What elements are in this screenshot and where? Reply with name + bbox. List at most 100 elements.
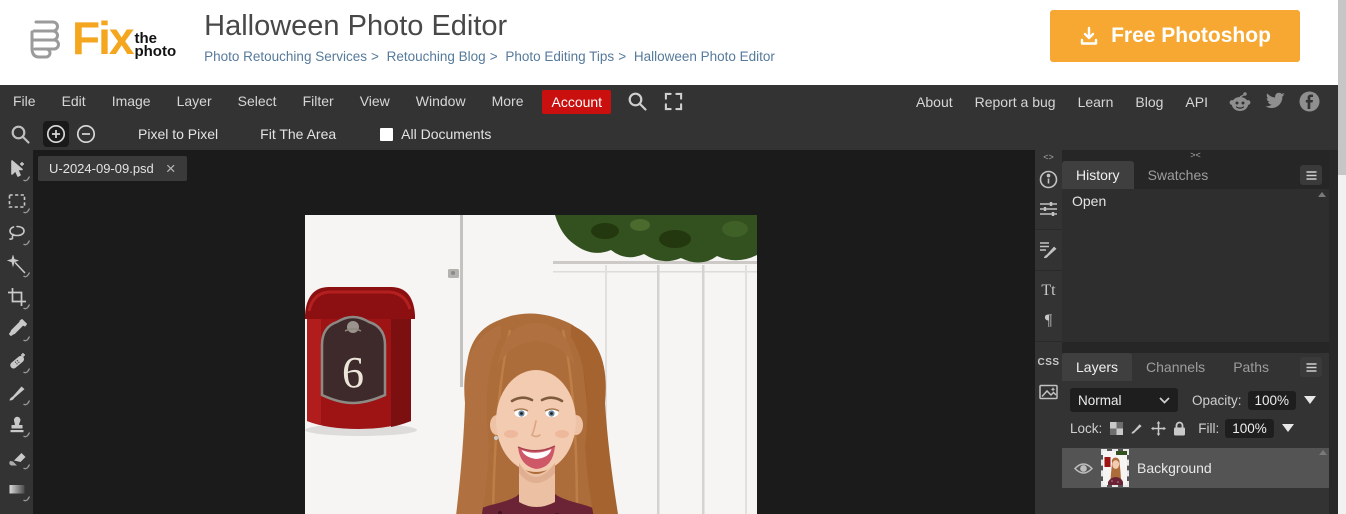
menu-blog[interactable]: Blog [1124, 94, 1174, 110]
site-header: Fix the photo Halloween Photo Editor Pho… [0, 0, 1338, 85]
brush-tool[interactable] [4, 380, 30, 406]
blend-mode-select[interactable]: Normal [1070, 388, 1178, 412]
image-panel-button[interactable] [1035, 377, 1062, 407]
more-tool-partial[interactable] [4, 508, 30, 514]
download-icon [1079, 26, 1099, 46]
fit-the-area-button[interactable]: Fit The Area [260, 126, 336, 142]
document-tab[interactable]: U-2024-09-09.psd × [38, 156, 187, 181]
subtool-arrow [23, 400, 30, 407]
layers-panel: Layers Channels Paths Normal Opacity: 10… [1062, 353, 1329, 514]
menu-more[interactable]: More [479, 85, 537, 118]
facebook-icon[interactable] [1299, 91, 1320, 112]
fill-value[interactable]: 100% [1225, 419, 1274, 438]
tab-swatches[interactable]: Swatches [1134, 161, 1223, 189]
paragraph-panel-button[interactable]: ¶ [1035, 306, 1062, 336]
opacity-dropdown-arrow[interactable] [1304, 396, 1316, 404]
zoom-out-icon [76, 124, 96, 144]
account-button[interactable]: Account [542, 90, 611, 114]
free-photoshop-label: Free Photoshop [1111, 24, 1271, 48]
menu-view[interactable]: View [347, 85, 403, 118]
logo-word: Fix [72, 16, 132, 60]
eyedropper-tool[interactable] [4, 316, 30, 342]
visibility-eye-icon[interactable] [1074, 462, 1093, 475]
menu-file[interactable]: File [0, 85, 49, 118]
clone-stamp-tool[interactable] [4, 412, 30, 438]
page-scrollbar[interactable] [1338, 0, 1346, 514]
all-documents-label[interactable]: All Documents [401, 126, 491, 142]
gradient-tool[interactable] [4, 476, 30, 502]
crop-tool[interactable] [4, 284, 30, 310]
brush-settings-panel-button[interactable] [1035, 235, 1062, 265]
zoom-out-button[interactable] [76, 124, 96, 144]
tab-history[interactable]: History [1062, 161, 1134, 189]
scrollbar-thumb[interactable] [1338, 0, 1346, 175]
layer-row-background[interactable]: Background [1062, 448, 1329, 488]
menu-layer[interactable]: Layer [164, 85, 225, 118]
lock-label: Lock: [1070, 421, 1102, 436]
fixthephoto-logo[interactable]: Fix the photo [24, 14, 176, 62]
menu-api[interactable]: API [1174, 94, 1219, 110]
menu-about[interactable]: About [905, 94, 964, 110]
character-panel-button[interactable]: Tt [1035, 276, 1062, 306]
fill-dropdown-arrow[interactable] [1282, 424, 1294, 432]
breadcrumb: Photo Retouching Services> Retouching Bl… [204, 49, 775, 64]
lasso-tool[interactable] [4, 220, 30, 246]
menu-learn[interactable]: Learn [1067, 94, 1125, 110]
css-panel-button[interactable]: CSS [1035, 347, 1062, 377]
subtool-arrow [23, 272, 30, 279]
lock-transparency-icon[interactable] [1110, 422, 1123, 435]
move-tool[interactable] [4, 156, 30, 182]
zoom-tool-indicator[interactable] [10, 124, 31, 145]
canvas-area[interactable]: U-2024-09-09.psd × [33, 150, 1035, 514]
history-entry-open[interactable]: Open [1062, 189, 1329, 213]
zoom-in-button[interactable] [43, 121, 69, 147]
history-panel-menu-button[interactable] [1300, 165, 1322, 185]
canvas-photo[interactable]: 6 [305, 215, 757, 514]
twitter-icon[interactable] [1264, 92, 1286, 111]
options-bar: Pixel to Pixel Fit The Area All Document… [0, 118, 1338, 150]
collapse-left-icon[interactable]: <> [1043, 152, 1054, 164]
menu-search-button[interactable] [619, 91, 656, 112]
lock-position-icon[interactable] [1151, 421, 1166, 436]
sliders-icon [1039, 201, 1058, 217]
spot-heal-tool[interactable] [4, 348, 30, 374]
breadcrumb-link-services[interactable]: Photo Retouching Services [204, 49, 367, 64]
menu-filter[interactable]: Filter [290, 85, 347, 118]
reddit-icon[interactable] [1229, 91, 1251, 112]
breadcrumb-link-tips[interactable]: Photo Editing Tips [505, 49, 614, 64]
brush-settings-icon [1039, 241, 1058, 259]
opacity-value[interactable]: 100% [1248, 391, 1297, 410]
scroll-up-arrow[interactable] [1318, 192, 1326, 197]
eraser-tool[interactable] [4, 444, 30, 470]
adjustments-panel-button[interactable] [1035, 194, 1062, 224]
menu-image[interactable]: Image [99, 85, 164, 118]
rect-select-tool[interactable] [4, 188, 30, 214]
info-panel-button[interactable] [1035, 164, 1062, 194]
scroll-up-arrow[interactable] [1319, 450, 1327, 455]
free-photoshop-button[interactable]: Free Photoshop [1050, 10, 1300, 62]
lock-pixels-icon[interactable] [1130, 421, 1144, 435]
menu-select[interactable]: Select [225, 85, 290, 118]
breadcrumb-current: Halloween Photo Editor [634, 49, 775, 64]
opacity-label: Opacity: [1192, 393, 1242, 408]
fullscreen-button[interactable] [656, 92, 691, 111]
menu-window[interactable]: Window [403, 85, 479, 118]
lock-all-icon[interactable] [1173, 421, 1186, 436]
tab-layers[interactable]: Layers [1062, 353, 1132, 381]
close-tab-icon[interactable]: × [166, 160, 176, 177]
fill-label: Fill: [1198, 421, 1219, 436]
subtool-arrow [23, 336, 30, 343]
tab-channels[interactable]: Channels [1132, 353, 1219, 381]
menu-report-a-bug[interactable]: Report a bug [964, 94, 1067, 110]
breadcrumb-link-blog[interactable]: Retouching Blog [387, 49, 486, 64]
history-panel-tabs: History Swatches [1062, 161, 1329, 189]
layer-controls: Normal Opacity: 100% Lock: [1062, 381, 1329, 442]
all-documents-checkbox[interactable] [380, 128, 393, 141]
layers-panel-menu-button[interactable] [1300, 357, 1322, 377]
magic-wand-tool[interactable] [4, 252, 30, 278]
menu-edit[interactable]: Edit [49, 85, 99, 118]
pixel-to-pixel-button[interactable]: Pixel to Pixel [138, 126, 218, 142]
subtool-arrow [23, 368, 30, 375]
tab-paths[interactable]: Paths [1219, 353, 1283, 381]
collapse-right-icon[interactable]: >< [1190, 150, 1201, 162]
